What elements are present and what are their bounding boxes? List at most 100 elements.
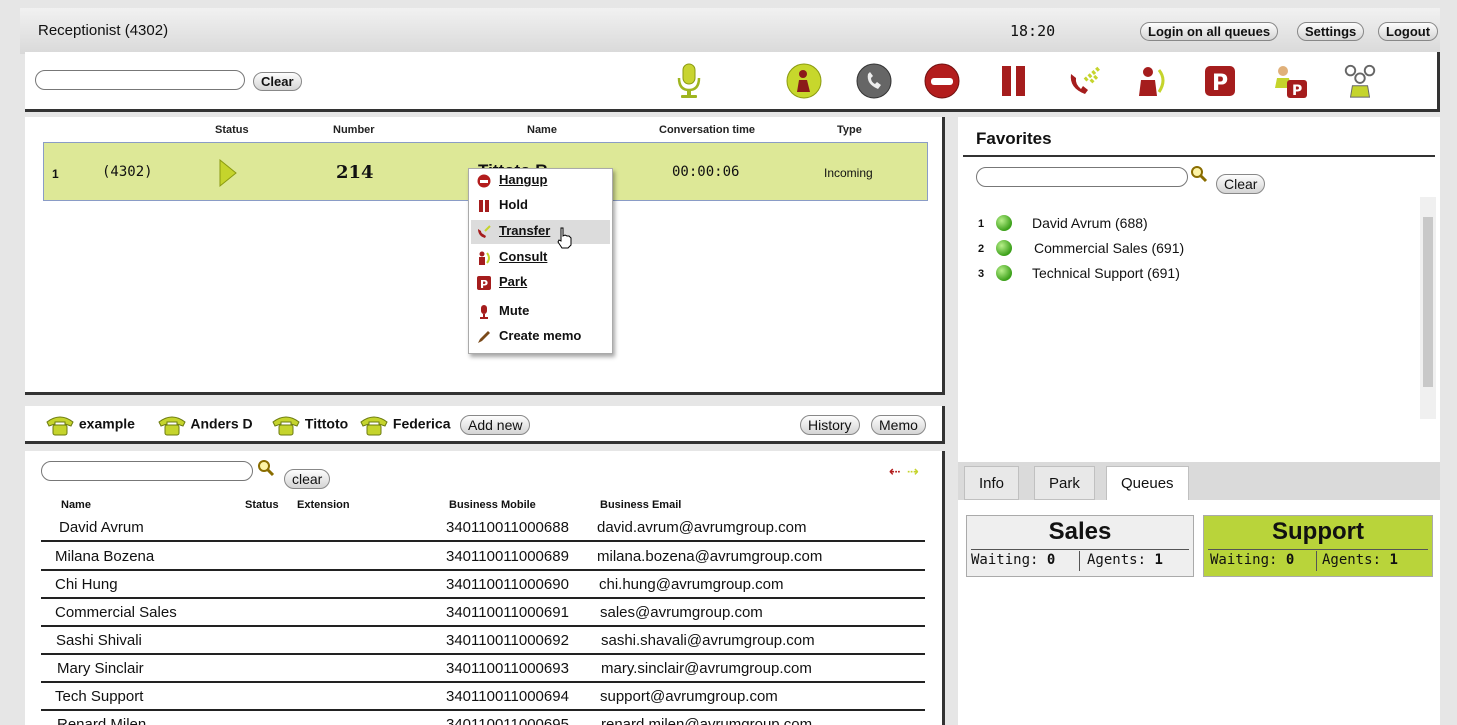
svg-text:P: P [480, 278, 488, 290]
favorites-panel: Favorites Clear 1 David Avrum (688) 2 Co… [958, 117, 1440, 462]
prev-arrow-icon[interactable]: ⇠ [889, 463, 901, 480]
table-row[interactable]: Milana Bozena 340110011000689 milana.boz… [41, 543, 925, 571]
tab-example[interactable]: example [45, 414, 135, 436]
table-row[interactable]: Commercial Sales 340110011000691 sales@a… [41, 599, 925, 627]
group-icon[interactable] [1341, 62, 1379, 100]
telephone-icon [157, 414, 187, 436]
col-status: Status [245, 499, 279, 511]
menu-consult[interactable]: Consult [471, 246, 610, 270]
table-row[interactable]: David Avrum 340110011000688 david.avrum@… [41, 514, 925, 542]
hold-icon [477, 198, 491, 212]
favorite-item[interactable]: 3 Technical Support (691) [978, 265, 1278, 285]
settings-button[interactable]: Settings [1297, 22, 1365, 41]
svg-text:P: P [1212, 71, 1228, 96]
contact-tabs-bar: example Anders D Tittoto Federica Add ne… [25, 406, 945, 444]
menu-hangup[interactable]: Hangup [471, 169, 610, 193]
telephone-icon [271, 414, 301, 436]
queues-panel: Info Park Queues Sales Waiting: 0 Agents… [958, 462, 1440, 725]
login-all-queues-button[interactable]: Login on all queues [1140, 22, 1279, 41]
status-play-icon [218, 158, 238, 193]
tab-info[interactable]: Info [964, 466, 1020, 500]
pickup-icon[interactable] [785, 62, 823, 100]
tab-park[interactable]: Park [1034, 466, 1095, 500]
table-row[interactable]: Renard Milen 340110011000695 renard.mile… [41, 711, 925, 725]
tab-queues[interactable]: Queues [1106, 466, 1189, 500]
microphone-icon[interactable] [670, 62, 708, 100]
favorite-item[interactable]: 2 Commercial Sales (691) [978, 240, 1278, 260]
hold-icon[interactable] [995, 62, 1033, 100]
clock: 18:20 [1010, 22, 1056, 40]
menu-mute[interactable]: Mute [471, 300, 610, 324]
telephone-icon [359, 414, 389, 436]
table-row[interactable]: Sashi Shivali 340110011000692 sashi.shav… [41, 627, 925, 655]
transfer-icon[interactable] [1065, 62, 1103, 100]
call-extension: (4302) [102, 164, 153, 180]
contacts-clear-button[interactable]: clear [284, 469, 331, 489]
menu-create-memo[interactable]: Create memo [471, 325, 610, 349]
table-row[interactable]: Mary Sinclair 340110011000693 mary.sincl… [41, 655, 925, 683]
online-status-icon [996, 265, 1012, 281]
menu-park[interactable]: P Park [471, 271, 610, 295]
call-type: Incoming [824, 166, 873, 180]
search-icon[interactable] [1190, 165, 1208, 188]
consult-icon [477, 250, 491, 265]
col-name: Name [527, 124, 557, 136]
park-icon: P [477, 275, 491, 291]
hangup-icon [477, 173, 491, 188]
tab-federica[interactable]: Federica [359, 414, 450, 436]
favorites-title: Favorites [976, 129, 1052, 148]
tab-anders-d[interactable]: Anders D [157, 414, 253, 436]
col-conversation-time: Conversation time [659, 124, 755, 136]
add-new-button[interactable]: Add new [460, 415, 531, 435]
call-index: 1 [52, 167, 59, 181]
search-icon[interactable] [257, 459, 275, 482]
scrollbar-thumb[interactable] [1423, 217, 1433, 387]
menu-hold[interactable]: Hold [471, 194, 610, 218]
info-tabs: Info Park Queues [958, 462, 1440, 500]
menu-transfer[interactable]: Transfer [471, 220, 610, 244]
col-status: Status [215, 124, 249, 136]
table-row[interactable]: Tech Support 340110011000694 support@avr… [41, 683, 925, 711]
memo-button[interactable]: Memo [871, 415, 926, 435]
contacts-panel: clear ⇠ ⇢ Name Status Extension Business… [25, 451, 945, 725]
phone-icon[interactable] [855, 62, 893, 100]
favorites-search-input[interactable] [976, 167, 1188, 187]
call-toolbar: Clear P P [25, 52, 1440, 112]
next-arrow-icon[interactable]: ⇢ [907, 463, 919, 480]
user-title: Receptionist (4302) [38, 22, 169, 39]
contacts-search-input[interactable] [41, 461, 253, 481]
telephone-icon [45, 414, 75, 436]
queue-sales[interactable]: Sales Waiting: 0 Agents: 1 [966, 515, 1194, 577]
park-user-icon[interactable]: P [1271, 62, 1309, 100]
table-row[interactable]: Chi Hung 340110011000690 chi.hung@avrumg… [41, 571, 925, 599]
call-time: 00:00:06 [672, 164, 740, 180]
favorites-scrollbar[interactable] [1420, 197, 1436, 419]
call-context-menu: Hangup Hold Transfer Consult P Park Mute… [468, 168, 613, 354]
col-name: Name [61, 499, 91, 511]
svg-text:P: P [1292, 83, 1302, 99]
divider [963, 155, 1435, 157]
park-icon[interactable]: P [1201, 62, 1239, 100]
clear-button[interactable]: Clear [253, 72, 302, 91]
transfer-icon [477, 224, 491, 238]
col-number: Number [333, 124, 375, 136]
hangup-icon[interactable] [923, 62, 961, 100]
col-extension: Extension [297, 499, 350, 511]
call-number: 214 [336, 162, 374, 183]
hand-cursor-icon [556, 226, 574, 255]
logout-button[interactable]: Logout [1378, 22, 1439, 41]
favorites-clear-button[interactable]: Clear [1216, 174, 1266, 194]
top-bar: Receptionist (4302) 18:20 Login on all q… [20, 8, 1440, 54]
favorite-item[interactable]: 1 David Avrum (688) [978, 215, 1278, 235]
consult-icon[interactable] [1133, 62, 1171, 100]
history-button[interactable]: History [800, 415, 860, 435]
mute-icon [477, 304, 491, 319]
tab-tittoto[interactable]: Tittoto [271, 414, 348, 436]
col-business-email: Business Email [600, 499, 682, 511]
online-status-icon [996, 215, 1012, 231]
col-type: Type [837, 124, 862, 136]
online-status-icon [996, 240, 1012, 256]
dial-input[interactable] [35, 70, 245, 90]
queue-support[interactable]: Support Waiting: 0 Agents: 1 [1203, 515, 1433, 577]
col-business-mobile: Business Mobile [449, 499, 536, 511]
